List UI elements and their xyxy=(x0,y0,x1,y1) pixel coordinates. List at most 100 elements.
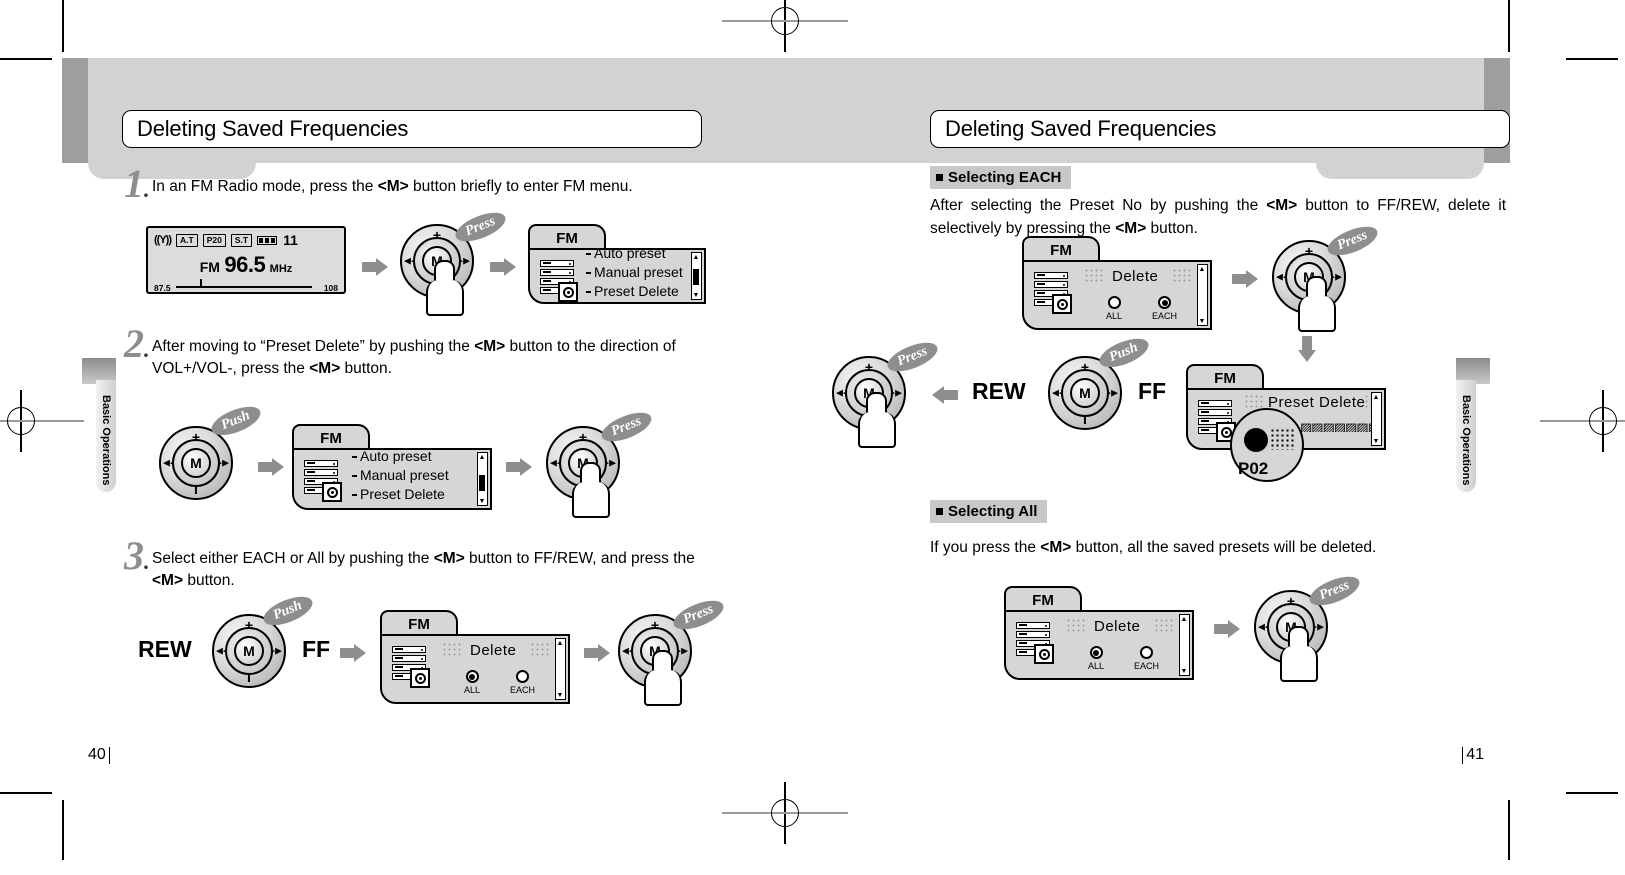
scrollbar-pd[interactable]: ▲ ▼ xyxy=(1371,392,1382,446)
registration-mark-top xyxy=(722,0,848,52)
menu-item-preset-delete-2[interactable]: Preset Delete xyxy=(352,485,449,504)
menu-item-auto-preset-1[interactable]: Auto preset xyxy=(586,244,683,263)
flow-arrow-all xyxy=(1214,620,1240,638)
flow-arrow-3a xyxy=(340,644,366,662)
radio-each-label-3: EACH xyxy=(510,685,536,695)
scroll-up-icon[interactable]: ▲ xyxy=(478,453,486,461)
scroll-down-icon[interactable]: ▼ xyxy=(1180,667,1188,675)
scroll-up-icon[interactable]: ▲ xyxy=(1372,393,1380,401)
step-1-number: 1. xyxy=(124,161,150,206)
radio-each-all[interactable]: EACH xyxy=(1134,646,1159,671)
lcd-band: FM xyxy=(199,259,220,275)
radio-all-all[interactable]: ALL xyxy=(1088,646,1104,671)
flow-arrow-2a xyxy=(258,458,284,476)
menu-item-preset-delete-1[interactable]: Preset Delete xyxy=(586,282,683,301)
left-page: Deleting Saved Frequencies Basic Operati… xyxy=(62,58,786,764)
scroll-down-icon[interactable]: ▼ xyxy=(692,291,700,299)
radio-each-button-3[interactable] xyxy=(516,670,529,683)
manual-spread: Deleting Saved Frequencies Basic Operati… xyxy=(62,58,1510,764)
hand-cursor-icon xyxy=(1280,626,1318,682)
scrollbar-1[interactable]: ▲ ▼ xyxy=(691,252,702,300)
ff-label-step3: FF xyxy=(302,636,331,662)
lcd-unit: MHz xyxy=(269,263,293,275)
scrollbar-2[interactable]: ▲ ▼ xyxy=(477,452,488,506)
radio-each-each[interactable]: EACH xyxy=(1152,296,1177,321)
step-3-text: Select either EACH or All by pushing the… xyxy=(152,550,695,590)
scroll-down-icon[interactable]: ▼ xyxy=(1198,317,1206,325)
scrollbar-each[interactable]: ▲ ▼ xyxy=(1197,264,1208,326)
scroll-up-icon[interactable]: ▲ xyxy=(692,253,700,261)
step-1-text: In an FM Radio mode, press the <M> butto… xyxy=(152,178,633,195)
section-body-all: If you press the <M> button, all the sav… xyxy=(930,539,1377,556)
preset-badge: P20 xyxy=(202,233,226,247)
auto-tune-badge: A.T xyxy=(176,233,198,247)
progress-squiggle: ▨▨▨▨▨▨▨▨ xyxy=(1300,420,1382,432)
fm-device-icon-3 xyxy=(392,646,432,688)
scroll-down-icon[interactable]: ▼ xyxy=(556,691,564,699)
screen-tab-label-all: FM xyxy=(1004,586,1082,612)
battery-icon xyxy=(257,235,278,245)
callout-press-3: Press xyxy=(669,594,728,636)
section-heading-all: Selecting All xyxy=(930,500,1048,523)
menu-item-manual-preset-2[interactable]: Manual preset xyxy=(352,466,449,485)
radio-each-3[interactable]: EACH xyxy=(510,670,535,695)
crop-mark-br-h xyxy=(1566,792,1618,794)
dot-texture-left-3 xyxy=(442,642,462,656)
radio-each-label-all: EACH xyxy=(1134,661,1160,671)
radio-all-button-all[interactable] xyxy=(1089,646,1103,659)
bullet-square-icon xyxy=(936,508,943,515)
fm-menu-screen-step1: FM Auto preset Manual preset Preset Dele… xyxy=(528,224,706,304)
hand-cursor-icon xyxy=(644,650,682,706)
delete-title-all: Delete xyxy=(1094,618,1141,635)
scroll-up-icon[interactable]: ▲ xyxy=(1198,265,1206,273)
fm-device-icon-1 xyxy=(540,260,580,302)
step-3: 3. Select either EACH or All by pushing … xyxy=(124,536,724,593)
dot-texture-left-pd xyxy=(1244,394,1264,408)
radio-all-button-each[interactable] xyxy=(1107,296,1121,309)
radio-all-button-3[interactable] xyxy=(465,670,479,683)
preset-delete-title: Preset Delete xyxy=(1268,394,1366,411)
menu-item-manual-preset-1[interactable]: Manual preset xyxy=(586,263,683,282)
radio-all-label-all: ALL xyxy=(1088,661,1105,671)
menu-item-auto-preset-2[interactable]: Auto preset xyxy=(352,447,449,466)
preset-number-label: P02 xyxy=(1238,459,1269,478)
callout-press-1: Press xyxy=(451,206,510,248)
scroll-down-icon[interactable]: ▼ xyxy=(1372,437,1380,445)
scrollbar-all[interactable]: ▲ ▼ xyxy=(1179,614,1190,676)
scrollbar-3[interactable]: ▲ ▼ xyxy=(555,638,566,700)
radio-all-label-3: ALL xyxy=(464,685,481,695)
radio-all-3[interactable]: ALL xyxy=(464,670,480,695)
delete-title-each: Delete xyxy=(1112,268,1159,285)
scroll-up-icon[interactable]: ▲ xyxy=(1180,615,1188,623)
crop-mark-tr-h xyxy=(1566,58,1618,60)
radio-each-button-each[interactable] xyxy=(1158,296,1171,309)
fm-radio-lcd: ((Y)) A.T P20 S.T 11 FM 96.5 MHz 87.5 10… xyxy=(146,226,346,294)
step-2-number: 2. xyxy=(124,321,150,366)
delete-screen-all: FM Delete ALL EACH ▲ ▼ xyxy=(1004,586,1194,680)
flow-arrow-3b xyxy=(584,644,610,662)
ff-label-each: FF xyxy=(1138,378,1167,404)
lcd-scale-max: 108 xyxy=(323,283,338,293)
page-title-left: Deleting Saved Frequencies xyxy=(122,110,702,148)
crop-mark-bl-h xyxy=(0,792,52,794)
side-tab-right-label: Basic Operations xyxy=(1460,394,1472,486)
hand-cursor-icon xyxy=(1298,276,1336,332)
lcd-tuning-scale: 87.5 108 xyxy=(154,279,338,294)
delete-screen-step3: FM Delete ALL EACH ▲ ▼ xyxy=(380,610,570,704)
screen-tab-label-pd: FM xyxy=(1186,364,1264,390)
lcd-scale-min: 87.5 xyxy=(154,283,171,293)
radio-each-button-all[interactable] xyxy=(1140,646,1153,659)
fm-device-icon-2 xyxy=(304,460,344,502)
dot-texture-right-each xyxy=(1172,268,1192,282)
delete-screen-each: FM Delete ALL EACH ▲ ▼ xyxy=(1022,236,1212,330)
hand-cursor-icon xyxy=(858,392,896,448)
registration-mark-right xyxy=(1540,390,1625,452)
scroll-down-icon[interactable]: ▼ xyxy=(478,497,486,505)
dot-texture-right-all xyxy=(1154,618,1174,632)
preset-delete-screen: FM Preset Delete ▨▨▨▨▨▨▨▨ ▲ ▼ P02 xyxy=(1186,364,1386,482)
step-3-number: 3. xyxy=(124,533,150,578)
registration-mark-left xyxy=(0,390,84,452)
scroll-up-icon[interactable]: ▲ xyxy=(556,639,564,647)
radio-all-each[interactable]: ALL xyxy=(1106,296,1122,321)
callout-press-each-2: Press xyxy=(883,336,942,378)
